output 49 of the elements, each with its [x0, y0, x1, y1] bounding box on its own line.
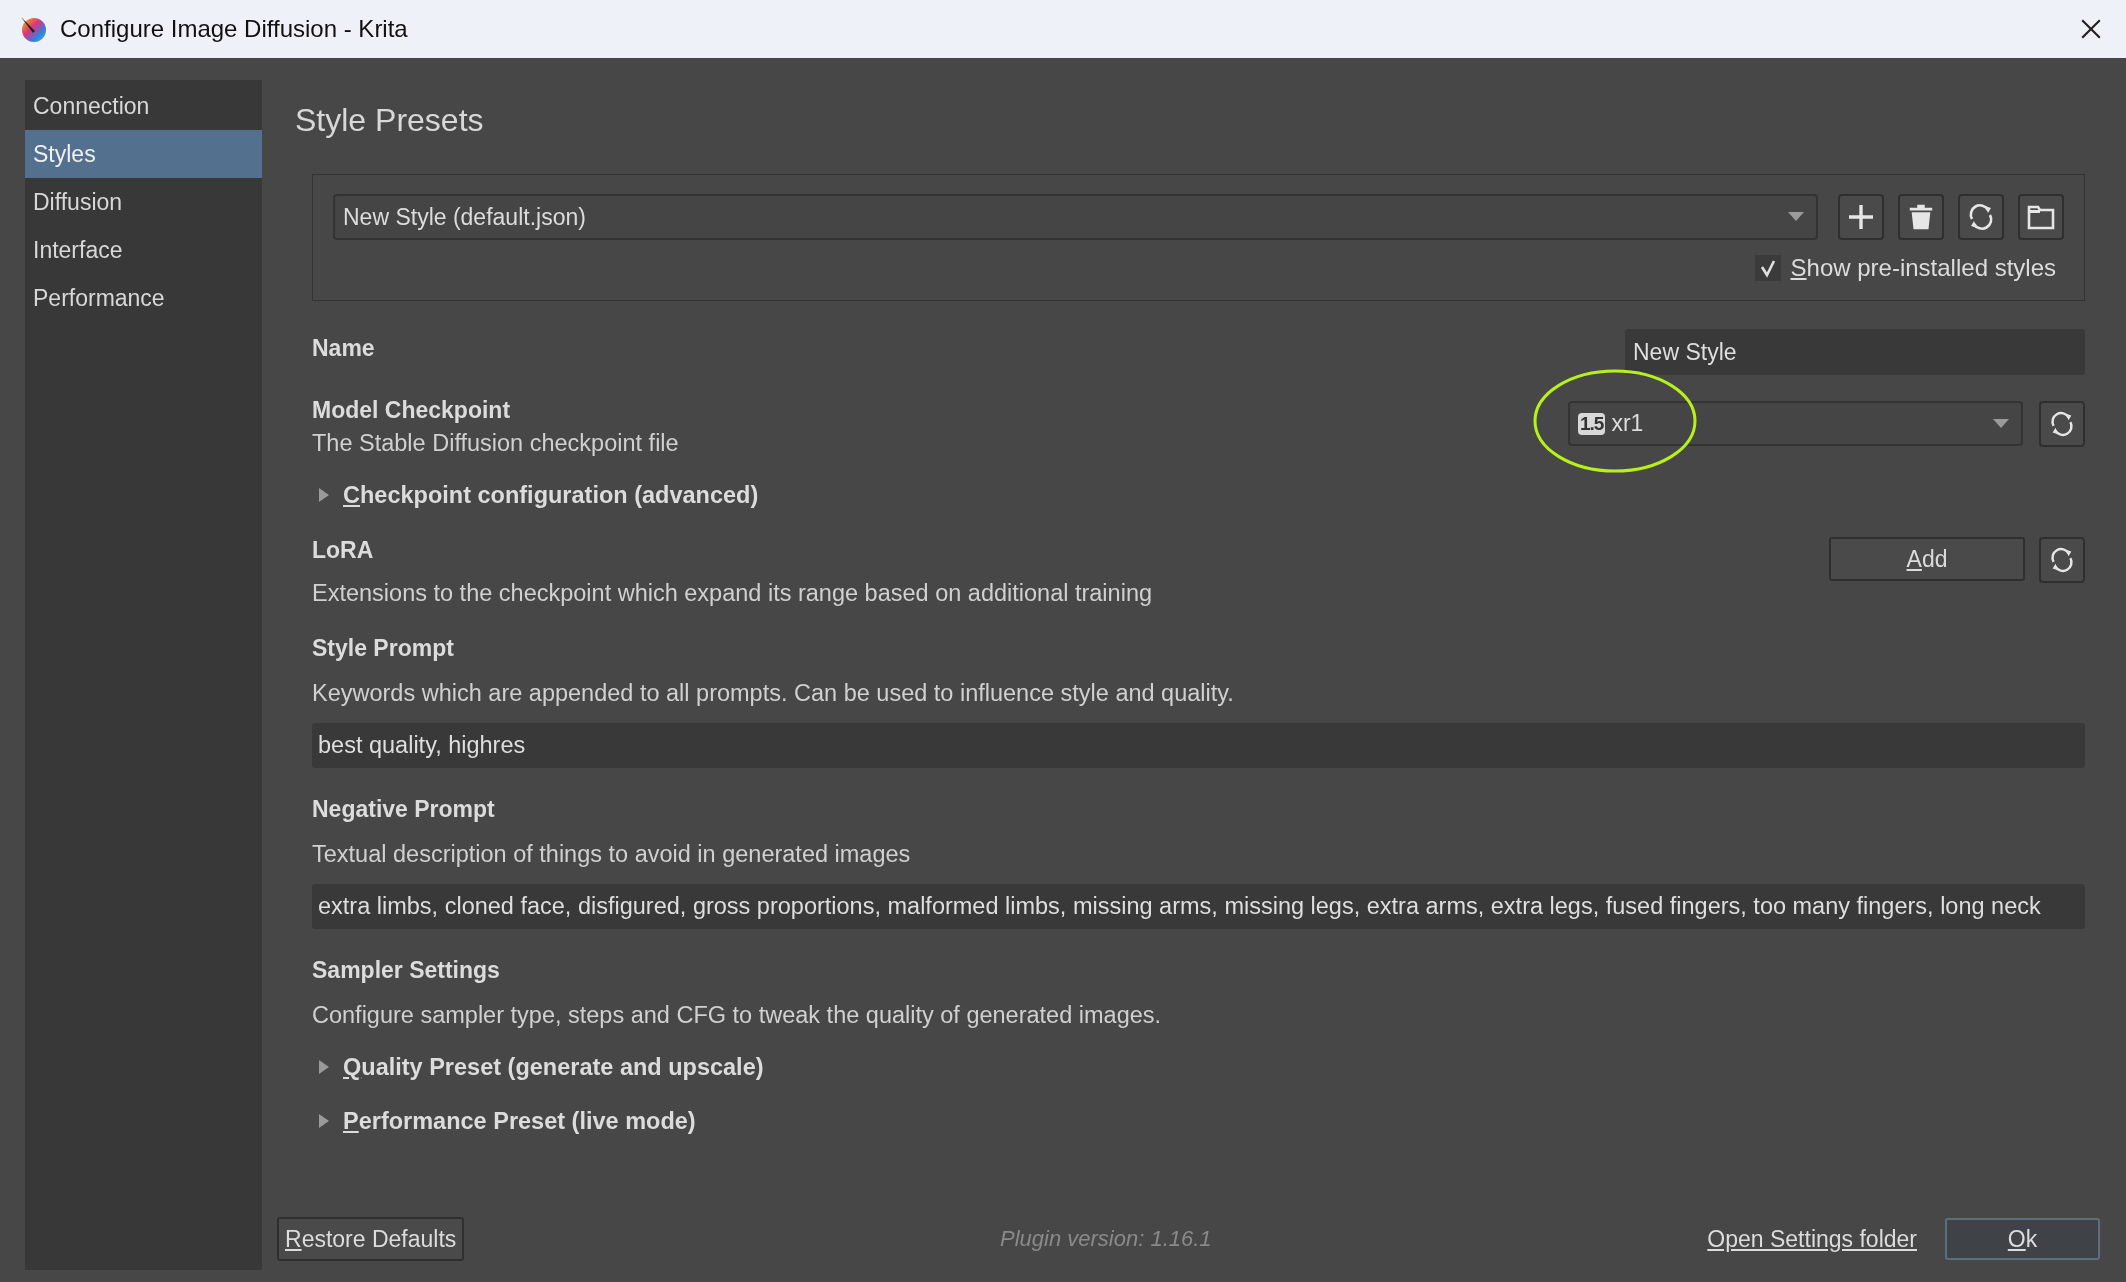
refresh-checkpoints-button[interactable]: [2039, 401, 2085, 447]
window-title: Configure Image Diffusion - Krita: [60, 15, 409, 43]
ok-button[interactable]: Ok: [1945, 1218, 2100, 1260]
checkpoint-dropdown[interactable]: 1.5 xr1: [1568, 401, 2023, 446]
setting-description: Textual description of things to avoid in generated images: [312, 841, 912, 868]
setting-title: Negative Prompt: [312, 796, 496, 823]
open-folder-button[interactable]: [2018, 194, 2064, 240]
app-logo-icon: [18, 14, 48, 44]
setting-title: Name: [312, 335, 375, 362]
setting-title: Sampler Settings: [312, 957, 501, 984]
add-lora-button[interactable]: Add: [1829, 537, 2025, 581]
expander-toggle[interactable]: Performance Preset (live mode): [343, 1107, 696, 1135]
dropdown-caret-icon: [1788, 212, 1804, 222]
dropdown-caret-icon: [1993, 418, 2009, 429]
setting-description: Configure sampler type, steps and CFG to tweak the quality of generated images.: [312, 1002, 1163, 1029]
open-settings-folder-link[interactable]: Open Settings folder: [1707, 1225, 1917, 1253]
expander-toggle[interactable]: Checkpoint configuration (advanced): [343, 481, 759, 509]
sidebar-item[interactable]: Connection: [25, 82, 262, 130]
prompt-input-field[interactable]: extra limbs, cloned face, disfigured, gross proportions, malformed limbs, missing arms, missing legs, extra arms, extra legs, fused fingers, too many fingers, long neck: [312, 884, 2085, 929]
preset-dropdown[interactable]: New Style (default.json): [333, 194, 1818, 240]
trash-icon: [1907, 202, 1935, 232]
refresh-presets-button[interactable]: [1958, 194, 2004, 240]
sidebar-item[interactable]: Styles: [25, 130, 262, 178]
expander-toggle[interactable]: Quality Preset (generate and upscale): [343, 1053, 764, 1081]
setting-title: Style Prompt: [312, 635, 455, 662]
delete-preset-button[interactable]: [1898, 194, 1944, 240]
setting-title: Model Checkpoint: [312, 397, 512, 424]
checkpoint-value: xr1: [1611, 410, 1645, 437]
restore-defaults-button[interactable]: Restore Defaults: [277, 1217, 465, 1261]
refresh-icon: [2048, 546, 2076, 574]
prompt-input-field[interactable]: best quality, highres: [312, 723, 2085, 768]
close-icon[interactable]: [2080, 18, 2102, 40]
sidebar-item[interactable]: Performance: [25, 274, 262, 322]
checkbox[interactable]: [1754, 255, 1781, 281]
page-title: Style Presets: [295, 102, 485, 140]
plus-icon: [1846, 202, 1876, 232]
setting-description: Extensions to the checkpoint which expand its range based on additional training: [312, 580, 1154, 607]
checkbox-label[interactable]: Show pre-installed styles: [1790, 254, 2056, 282]
version-badge: 1.5: [1578, 412, 1606, 435]
setting-description: Keywords which are appended to all prompts. Can be used to influence style and quality.: [312, 680, 1235, 707]
refresh-icon: [2048, 410, 2076, 438]
add-preset-button[interactable]: [1838, 194, 1884, 240]
sidebar-item[interactable]: Interface: [25, 226, 262, 274]
refresh-loras-button[interactable]: [2039, 537, 2085, 583]
sidebar-item[interactable]: Diffusion: [25, 178, 262, 226]
name-input-field[interactable]: New Style: [1625, 329, 2085, 375]
setting-description: The Stable Diffusion checkpoint file: [312, 430, 680, 457]
setting-title: LoRA: [312, 537, 375, 564]
plugin-version: Plugin version: 1.16.1: [999, 1226, 1213, 1252]
